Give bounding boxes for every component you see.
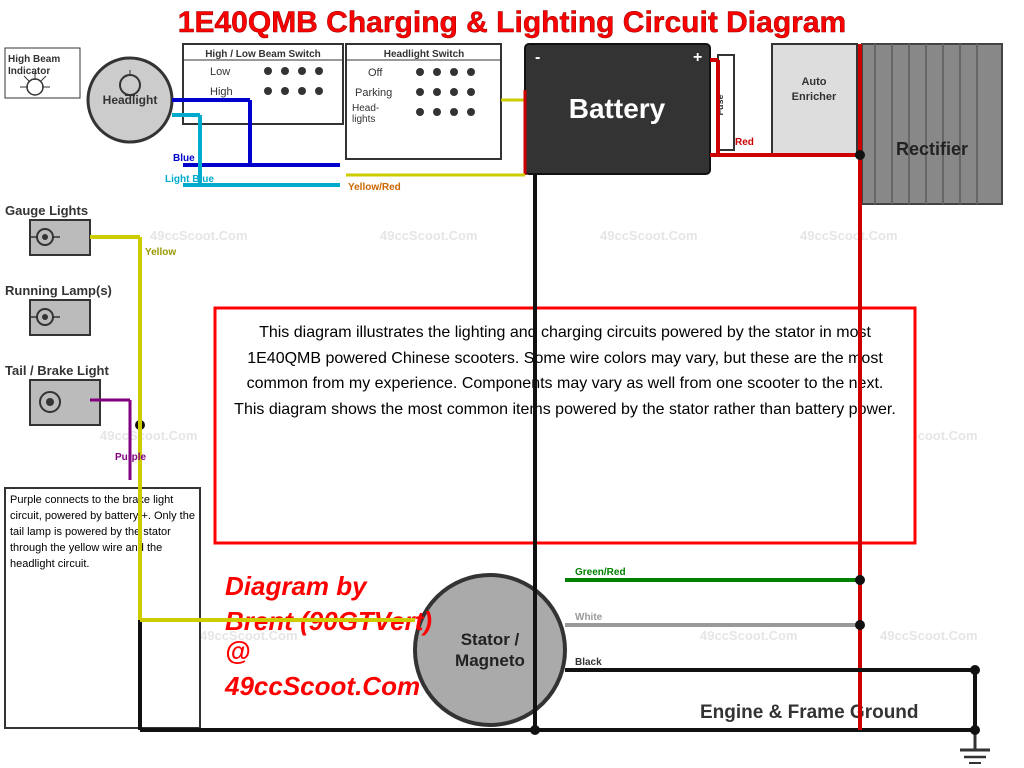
svg-text:High Beam: High Beam bbox=[8, 54, 60, 65]
svg-text:49ccScoot.Com: 49ccScoot.Com bbox=[380, 228, 478, 243]
svg-text:Fuse: Fuse bbox=[715, 94, 725, 115]
svg-text:Engine & Frame Ground: Engine & Frame Ground bbox=[700, 702, 919, 723]
svg-text:Low: Low bbox=[210, 66, 230, 78]
svg-text:49ccScoot.Com: 49ccScoot.Com bbox=[224, 671, 420, 701]
svg-text:Rectifier: Rectifier bbox=[896, 139, 968, 159]
svg-text:Off: Off bbox=[368, 67, 383, 79]
svg-text:lights: lights bbox=[352, 114, 375, 125]
svg-text:49ccScoot.Com: 49ccScoot.Com bbox=[200, 628, 298, 643]
svg-text:Enricher: Enricher bbox=[792, 91, 837, 103]
svg-text:Diagram by: Diagram by bbox=[225, 571, 368, 601]
svg-text:Green/Red: Green/Red bbox=[575, 567, 626, 578]
svg-text:Headlight: Headlight bbox=[103, 93, 158, 107]
svg-text:@: @ bbox=[225, 636, 250, 666]
svg-text:49ccScoot.Com: 49ccScoot.Com bbox=[600, 228, 698, 243]
svg-text:Yellow/Red: Yellow/Red bbox=[348, 182, 401, 193]
svg-text:49ccScoot.Com: 49ccScoot.Com bbox=[500, 428, 598, 443]
svg-text:Brent (90GTVert): Brent (90GTVert) bbox=[225, 606, 432, 636]
svg-text:49ccScoot.Com: 49ccScoot.Com bbox=[100, 428, 198, 443]
svg-text:49ccScoot.Com: 49ccScoot.Com bbox=[150, 228, 248, 243]
svg-text:Yellow: Yellow bbox=[145, 247, 176, 258]
svg-text:Auto: Auto bbox=[801, 76, 826, 88]
svg-text:Gauge Lights: Gauge Lights bbox=[5, 203, 88, 218]
svg-text:-: - bbox=[535, 49, 540, 66]
svg-text:White: White bbox=[575, 612, 603, 623]
svg-text:Headlight Switch: Headlight Switch bbox=[384, 49, 465, 60]
svg-text:Battery: Battery bbox=[569, 93, 666, 124]
svg-text:49ccScoot.Com: 49ccScoot.Com bbox=[300, 428, 398, 443]
svg-text:Black: Black bbox=[575, 657, 602, 668]
svg-text:Indicator: Indicator bbox=[8, 66, 50, 77]
svg-text:Tail / Brake Light: Tail / Brake Light bbox=[5, 363, 109, 378]
svg-text:1E40QMB Charging & Lighting Ci: 1E40QMB Charging & Lighting Circuit Diag… bbox=[178, 6, 846, 39]
svg-text:49ccScoot.Com: 49ccScoot.Com bbox=[880, 628, 978, 643]
svg-text:Blue: Blue bbox=[173, 153, 195, 164]
svg-text:High: High bbox=[210, 86, 233, 98]
svg-text:49ccScoot.Com: 49ccScoot.Com bbox=[880, 428, 978, 443]
svg-text:High / Low Beam Switch: High / Low Beam Switch bbox=[205, 49, 321, 60]
svg-text:49ccScoot.Com: 49ccScoot.Com bbox=[800, 228, 898, 243]
svg-text:Magneto: Magneto bbox=[455, 651, 525, 670]
svg-text:Running Lamp(s): Running Lamp(s) bbox=[5, 283, 112, 298]
svg-text:Stator /: Stator / bbox=[461, 630, 520, 649]
svg-text:Light Blue: Light Blue bbox=[165, 174, 214, 185]
svg-text:49ccScoot.Com: 49ccScoot.Com bbox=[460, 628, 558, 643]
svg-text:Head-: Head- bbox=[352, 103, 379, 114]
svg-text:49ccScoot.Com: 49ccScoot.Com bbox=[700, 428, 798, 443]
svg-text:Purple: Purple bbox=[115, 452, 147, 463]
svg-text:49ccScoot.Com: 49ccScoot.Com bbox=[700, 628, 798, 643]
svg-text:+: + bbox=[693, 49, 702, 66]
circuit-diagram: 49ccScoot.Com 49ccScoot.Com 49ccScoot.Co… bbox=[0, 0, 1024, 768]
svg-text:Parking: Parking bbox=[355, 87, 392, 99]
svg-text:Red: Red bbox=[735, 137, 754, 148]
